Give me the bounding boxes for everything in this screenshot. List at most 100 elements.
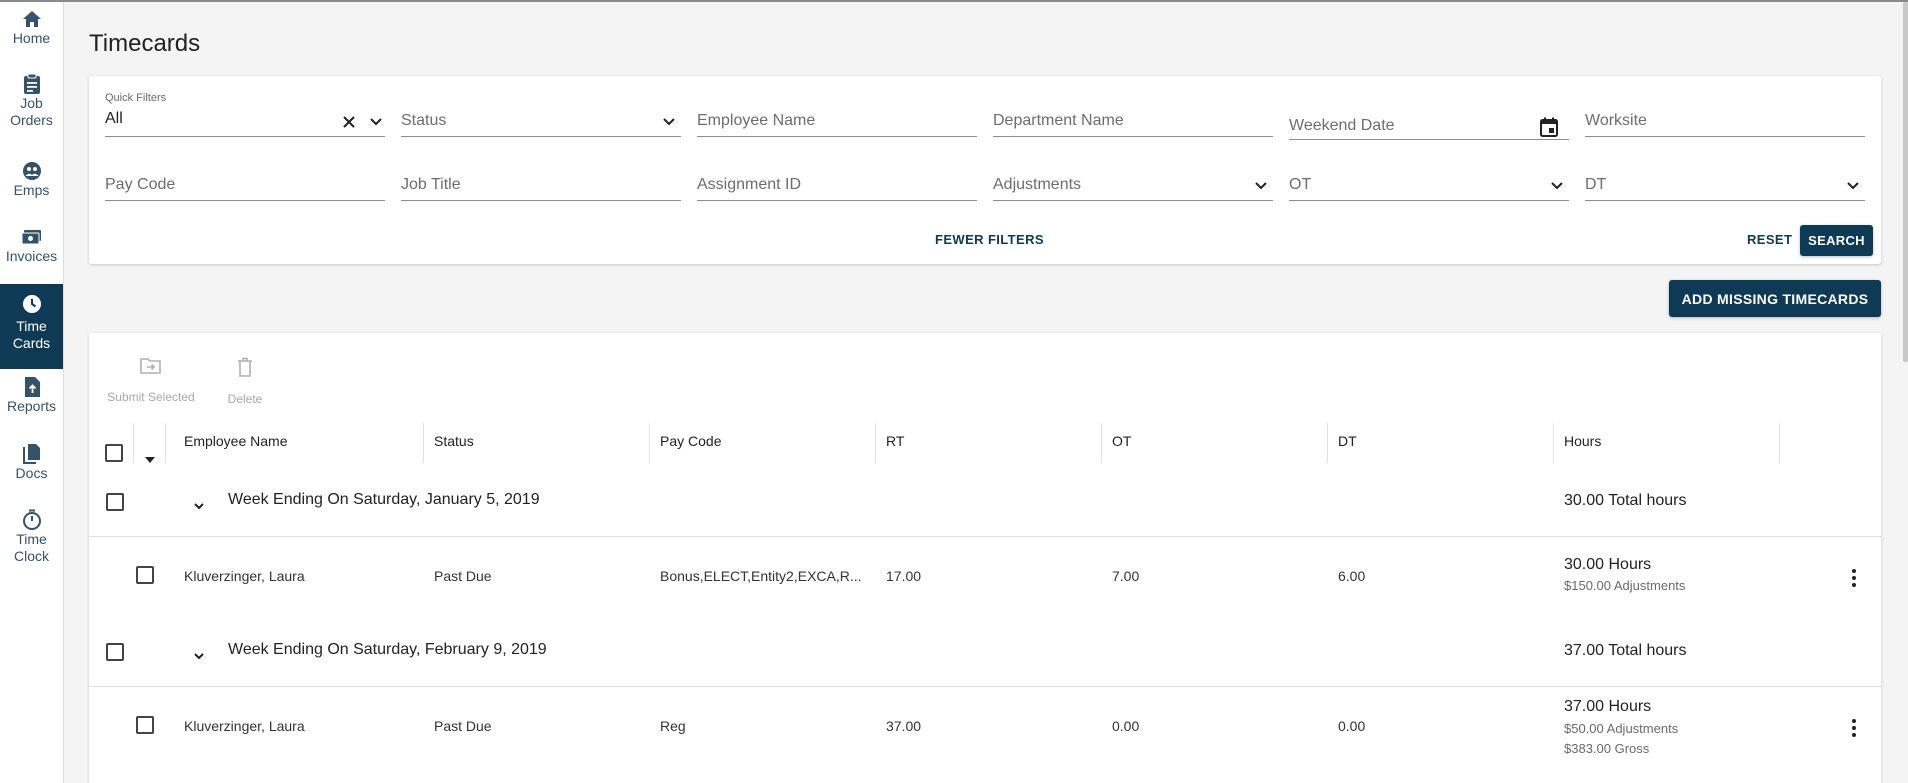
nav-item-job-orders[interactable]: Job Orders xyxy=(0,73,63,143)
status-cell: Past Due xyxy=(434,568,492,584)
column-header-status[interactable]: Status xyxy=(434,433,474,449)
folder-move-icon xyxy=(140,357,162,378)
page-scrollbar[interactable] xyxy=(1903,2,1908,362)
status-cell: Past Due xyxy=(434,718,492,734)
fewer-filters-button[interactable]: FEWER FILTERS xyxy=(935,232,1044,247)
nav-label-invoices: Invoices xyxy=(5,248,58,264)
chevron-down-icon[interactable] xyxy=(193,497,205,515)
group-total-hours: 37.00 Total hours xyxy=(1564,642,1687,659)
employee-name-cell: Kluverzinger, Laura xyxy=(184,718,305,734)
row-checkbox[interactable] xyxy=(136,716,154,734)
group-total-hours: 30.00 Total hours xyxy=(1564,492,1687,509)
chevron-down-icon[interactable] xyxy=(193,647,205,665)
ot-select[interactable]: OT xyxy=(1289,154,1569,201)
more-options-icon[interactable] xyxy=(1851,569,1857,587)
page-title: Timecards xyxy=(89,30,201,57)
home-icon xyxy=(21,8,43,30)
column-divider xyxy=(1779,423,1780,463)
dt-placeholder: DT xyxy=(1585,176,1607,193)
table-row[interactable]: Kluverzinger, Laura Past Due Bonus,ELECT… xyxy=(89,538,1881,616)
chevron-down-icon xyxy=(1547,176,1567,196)
nav-label-job: Job xyxy=(20,95,43,111)
select-all-checkbox[interactable] xyxy=(105,444,123,462)
group-row[interactable]: Week Ending On Saturday, February 9, 201… xyxy=(89,616,1881,687)
column-header-ot[interactable]: OT xyxy=(1112,433,1131,449)
column-header-hours[interactable]: Hours xyxy=(1564,433,1601,449)
upload-file-icon xyxy=(21,376,43,398)
job-title-input[interactable]: Job Title xyxy=(401,154,681,201)
clock-icon xyxy=(21,293,43,315)
sidebar-nav: Home Job Orders Emps Invoices Time Cards… xyxy=(0,2,64,783)
adjustments-select[interactable]: Adjustments xyxy=(993,154,1273,201)
nav-label-time: Time xyxy=(16,318,47,334)
documents-icon xyxy=(21,443,43,465)
column-header-pay-code[interactable]: Pay Code xyxy=(660,433,721,449)
nav-label-emps: Emps xyxy=(13,182,50,198)
assignment-id-input[interactable]: Assignment ID xyxy=(697,154,977,201)
employee-name-placeholder: Employee Name xyxy=(697,112,816,129)
nav-label-orders: Orders xyxy=(10,112,53,128)
nav-item-reports[interactable]: Reports xyxy=(0,376,63,428)
column-header-dt[interactable]: DT xyxy=(1338,433,1357,449)
nav-label-clock: Clock xyxy=(13,548,49,564)
ot-cell: 7.00 xyxy=(1112,568,1140,584)
pay-code-input[interactable]: Pay Code xyxy=(105,154,385,201)
delete-label: Delete xyxy=(227,392,263,406)
group-checkbox[interactable] xyxy=(106,643,124,661)
group-checkbox[interactable] xyxy=(106,493,124,511)
employee-name-input[interactable]: Employee Name xyxy=(697,90,977,137)
nav-item-docs[interactable]: Docs xyxy=(0,443,63,495)
more-options-icon[interactable] xyxy=(1851,719,1857,737)
nav-label-time: Time xyxy=(16,531,47,547)
quick-filters-value: All xyxy=(105,110,123,127)
column-divider xyxy=(649,423,650,463)
filter-panel: Quick Filters All Status Employee Name D… xyxy=(89,76,1881,264)
add-missing-timecards-button[interactable]: ADD MISSING TIMECARDS xyxy=(1669,280,1881,317)
nav-label-docs: Docs xyxy=(15,465,48,481)
worksite-placeholder: Worksite xyxy=(1585,112,1647,129)
column-divider xyxy=(133,423,134,463)
rt-cell: 37.00 xyxy=(886,718,922,734)
column-divider xyxy=(1553,423,1554,463)
column-header-employee-name[interactable]: Employee Name xyxy=(184,433,288,449)
column-divider xyxy=(423,423,424,463)
chevron-down-icon xyxy=(659,112,679,132)
dt-select[interactable]: DT xyxy=(1585,154,1865,201)
dt-cell: 0.00 xyxy=(1338,718,1366,734)
quick-filters-label: Quick Filters xyxy=(105,92,167,104)
delete-button[interactable]: Delete xyxy=(218,357,272,406)
hours-cell: 37.00 Hours xyxy=(1564,698,1652,715)
nav-item-home[interactable]: Home xyxy=(0,8,63,58)
adjustments-placeholder: Adjustments xyxy=(993,176,1082,193)
table-row[interactable]: Kluverzinger, Laura Past Due Reg 37.00 0… xyxy=(89,688,1881,783)
nav-item-emps[interactable]: Emps xyxy=(0,160,63,212)
weekend-date-placeholder: Weekend Date xyxy=(1289,117,1395,134)
nav-item-invoices[interactable]: Invoices xyxy=(0,226,63,278)
reset-button[interactable]: RESET xyxy=(1747,232,1792,247)
chevron-down-icon[interactable] xyxy=(366,112,386,132)
nav-label-reports: Reports xyxy=(6,398,57,414)
worksite-input[interactable]: Worksite xyxy=(1585,90,1865,137)
column-header-rt[interactable]: RT xyxy=(886,433,904,449)
nav-item-time-clock[interactable]: Time Clock xyxy=(0,509,63,577)
row-checkbox[interactable] xyxy=(136,566,154,584)
assignment-id-placeholder: Assignment ID xyxy=(697,176,802,193)
stopwatch-icon xyxy=(21,509,43,531)
calendar-icon[interactable] xyxy=(1539,117,1559,137)
employee-name-cell: Kluverzinger, Laura xyxy=(184,568,305,584)
group-title: Week Ending On Saturday, February 9, 201… xyxy=(228,641,547,658)
clear-icon[interactable] xyxy=(339,112,359,132)
gross-amount: $383.00 Gross xyxy=(1564,741,1650,756)
group-title: Week Ending On Saturday, January 5, 2019 xyxy=(228,491,540,508)
nav-item-time-cards[interactable]: Time Cards xyxy=(0,284,63,369)
quick-filters-select[interactable]: Quick Filters All xyxy=(105,90,385,137)
department-name-input[interactable]: Department Name xyxy=(993,90,1273,137)
submit-selected-button[interactable]: Submit Selected xyxy=(105,357,197,404)
status-select[interactable]: Status xyxy=(401,90,681,137)
group-row[interactable]: Week Ending On Saturday, January 5, 2019… xyxy=(89,466,1881,537)
people-icon xyxy=(21,160,43,182)
ot-cell: 0.00 xyxy=(1112,718,1140,734)
nav-label-home: Home xyxy=(12,30,51,46)
weekend-date-input[interactable]: Weekend Date xyxy=(1289,90,1569,140)
search-button[interactable]: SEARCH xyxy=(1800,225,1873,256)
